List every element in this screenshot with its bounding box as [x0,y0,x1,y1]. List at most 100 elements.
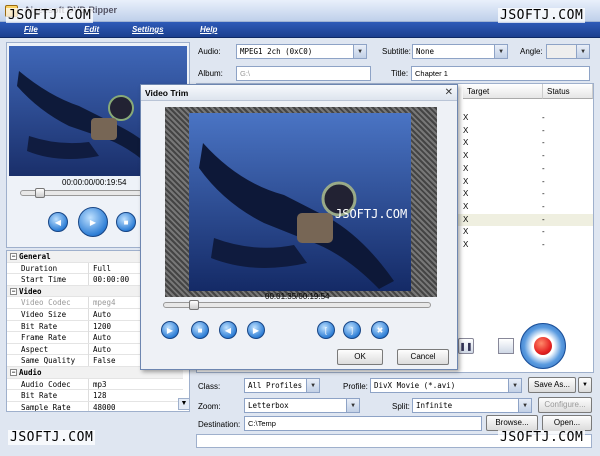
trim-stop-button[interactable]: ■ [191,321,209,339]
preview-seek-thumb[interactable] [34,188,45,198]
property-value[interactable]: 48000 [93,402,116,411]
profile-label: Profile: [343,382,368,391]
property-row[interactable]: Bit Rate 128 [7,390,183,402]
close-icon[interactable]: ✕ [445,87,453,98]
property-value[interactable]: 1200 [93,321,111,332]
menu-help[interactable]: Help [200,25,217,34]
scroll-down-icon[interactable]: ▼ [178,398,190,410]
pause-button[interactable]: ❚❚ [458,338,474,354]
trim-video [189,113,411,291]
dialog-title: Video Trim [141,85,457,101]
profile-value: DivX Movie (*.avi) [374,381,456,390]
property-row[interactable]: Audio Codec mp3 [7,378,183,391]
row-status: - [542,201,545,211]
subtitle-label: Subtitle: [382,47,411,56]
chevron-down-icon: ▼ [353,45,366,58]
pause-icon: ❚❚ [459,341,473,351]
row-status: - [542,227,545,237]
title-field[interactable]: Chapter 1 [411,66,590,81]
collapse-icon[interactable]: − [10,253,17,260]
row-target: X [463,227,469,237]
record-icon [534,337,552,355]
col-target-header[interactable]: Target [463,84,543,99]
menu-settings[interactable]: Settings [132,25,164,34]
angle-select[interactable]: ▼ [546,44,590,59]
angle-label: Angle: [520,47,543,56]
row-target: X [463,163,469,173]
audio-label: Audio: [198,47,221,56]
row-target: X [463,214,469,224]
dialog-watermark: JSOFTJ.COM [335,207,408,221]
trash-icon: ✖ [376,325,384,335]
subtitle-value: None [416,47,435,56]
row-status: - [542,151,545,161]
stop-convert-button[interactable] [498,338,514,354]
set-end-button[interactable]: ] [343,321,361,339]
play-icon: ▶ [89,217,97,227]
play-icon: ▶ [166,325,174,335]
property-value[interactable]: 00:00:00 [93,274,129,285]
property-value[interactable]: mp3 [93,379,107,390]
watermark-bottom-left: JSOFTJ.COM [8,430,96,445]
profile-select[interactable]: DivX Movie (*.avi) ▼ [370,378,522,393]
property-key: Sample Rate [21,401,89,411]
audio-select[interactable]: MPEG1 2ch (0xC0) ▼ [236,44,367,59]
trim-seek-thumb[interactable] [188,300,199,310]
property-value[interactable]: 128 [93,390,107,401]
cancel-button[interactable]: Cancel [397,349,449,365]
configure-button[interactable]: Configure... [538,397,592,413]
album-field[interactable]: G:\ [236,66,371,81]
row-target: X [463,138,469,148]
col-status-header[interactable]: Status [543,84,593,99]
save-as-dropdown[interactable]: ▼ [578,377,592,393]
trim-next-button[interactable]: ▶ [247,321,265,339]
property-value[interactable]: mpeg4 [93,297,116,308]
split-label: Split: [392,402,410,411]
property-key: Aspect [21,343,89,355]
ok-button[interactable]: OK [337,349,383,365]
zoom-select[interactable]: Letterbox ▼ [244,398,360,413]
chevron-down-icon: ▼ [346,399,359,412]
prev-button[interactable]: ◀ [48,212,68,232]
collapse-icon[interactable]: − [10,287,17,295]
collapse-icon[interactable]: − [10,369,17,376]
video-trim-dialog: Video Trim ✕ JSOFTJ.COM 00:01:35/00:19:5… [140,84,458,370]
property-value[interactable]: Auto [93,344,111,355]
property-value[interactable]: Auto [93,332,111,343]
destination-field[interactable]: C:\Temp [244,416,482,431]
trim-play-button[interactable]: ▶ [161,321,179,339]
skip-back-icon: ◀ [54,217,62,227]
browse-button[interactable]: Browse... [486,415,538,431]
mark-start-icon: [ [324,325,328,335]
property-value[interactable]: Auto [93,309,111,320]
stop-button[interactable]: ■ [116,212,136,232]
property-value[interactable]: Full [93,263,111,274]
trim-reset-button[interactable]: ✖ [371,321,389,339]
subtitle-select[interactable]: None ▼ [412,44,508,59]
trim-seek-slider[interactable] [163,302,431,308]
row-status: - [542,113,545,122]
convert-button[interactable] [520,323,566,369]
class-select[interactable]: All Profiles ▼ [244,378,320,393]
property-value[interactable]: False [93,355,116,366]
preview-time: 00:00:00/00:19:54 [62,178,127,187]
split-select[interactable]: Infinite ▼ [412,398,532,413]
set-start-button[interactable]: [ [317,321,335,339]
property-key: Frame Rate [21,332,89,344]
zoom-value: Letterbox [248,401,289,410]
split-value: Infinite [416,401,453,410]
property-key: Bit Rate [21,320,89,332]
property-row[interactable]: Sample Rate 48000 [7,401,183,411]
play-button[interactable]: ▶ [78,207,108,237]
destination-label: Destination: [198,420,241,429]
open-button[interactable]: Open... [542,415,592,431]
mark-end-icon: ] [350,325,354,335]
menu-file[interactable]: File [24,25,38,34]
class-value: All Profiles [248,381,303,390]
trim-prev-button[interactable]: ◀ [219,321,237,339]
menu-edit[interactable]: Edit [84,25,99,34]
class-label: Class: [198,382,221,391]
save-as-button[interactable]: Save As... [528,377,576,393]
zoom-label: Zoom: [198,402,221,411]
section-label: General [19,252,51,261]
